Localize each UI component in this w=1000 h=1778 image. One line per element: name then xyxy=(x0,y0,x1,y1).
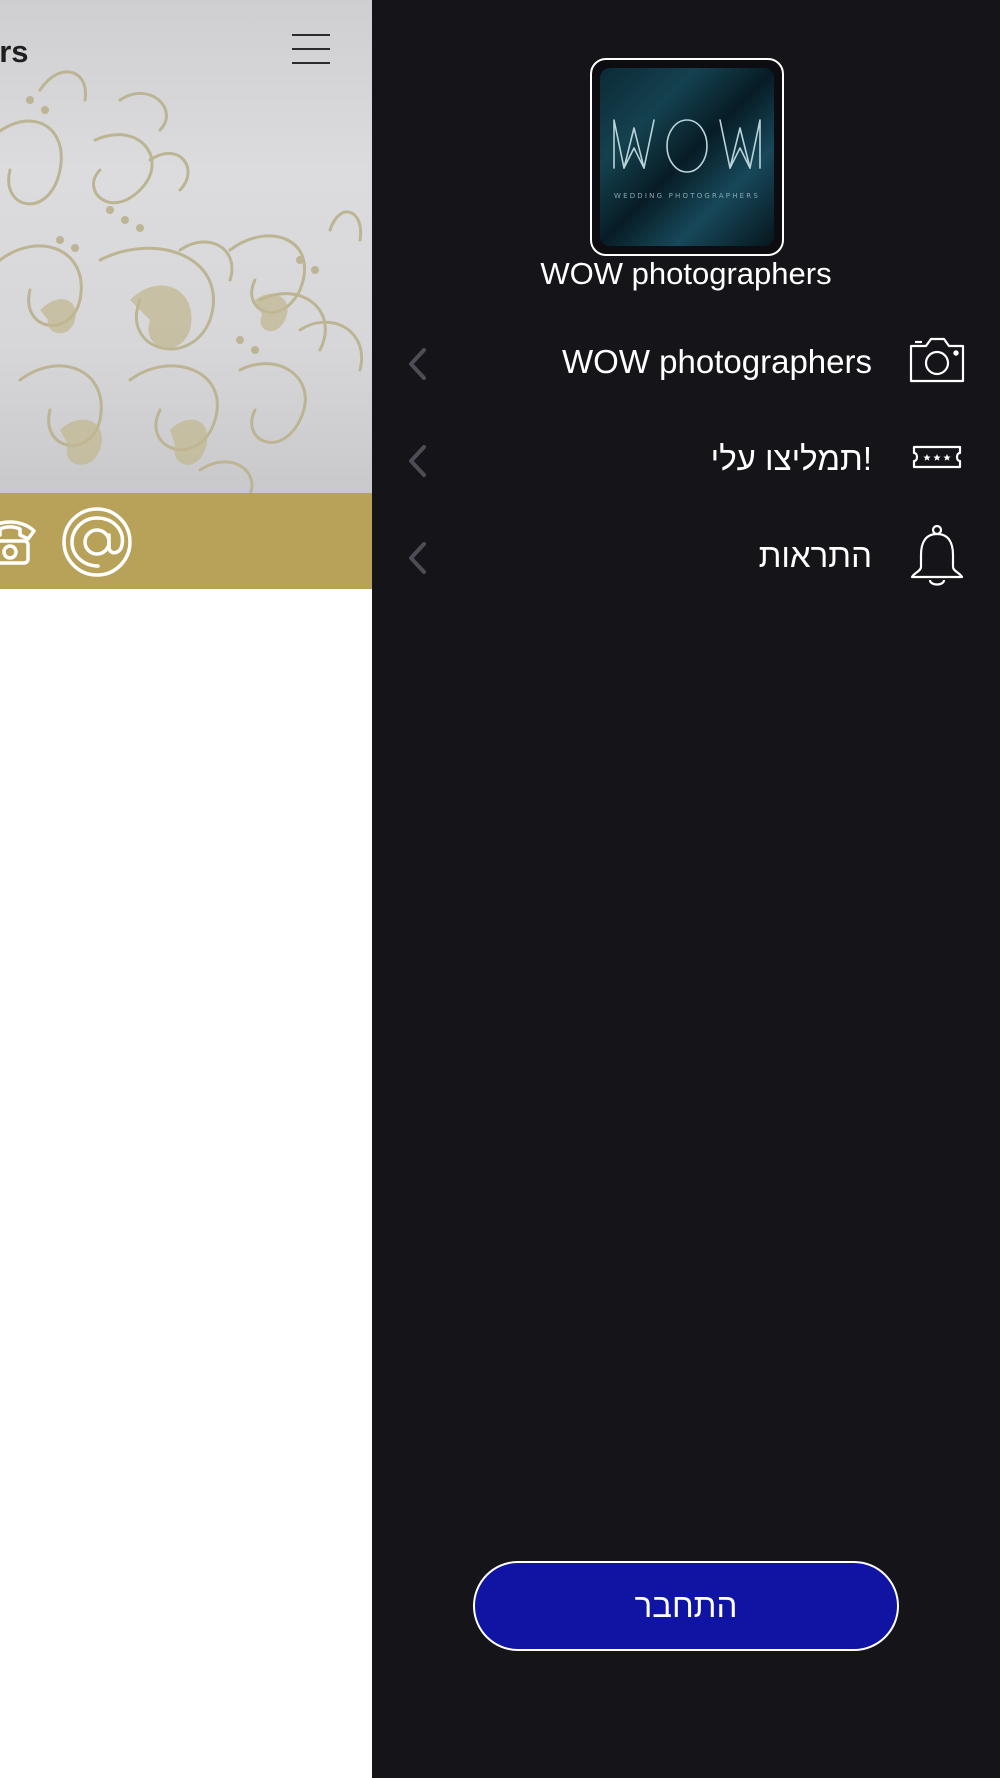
menu-item-photographers[interactable]: WOW photographers xyxy=(372,323,1000,403)
hero-banner: ers xyxy=(0,0,372,493)
phone-icon[interactable] xyxy=(0,511,40,571)
hamburger-menu-icon[interactable] xyxy=(286,28,336,70)
chevron-left-icon xyxy=(409,348,426,380)
background-page: ers xyxy=(0,0,372,1778)
side-drawer: WEDDING PHOTOGRAPHERS WOW photographers … xyxy=(372,0,1000,1778)
camera-icon xyxy=(909,337,965,383)
wow-logo-icon xyxy=(613,119,761,173)
at-email-icon[interactable] xyxy=(60,505,134,579)
logo-subtitle: WEDDING PHOTOGRAPHERS xyxy=(613,192,761,200)
logo-image: WEDDING PHOTOGRAPHERS xyxy=(600,68,774,246)
ticket-rating-icon xyxy=(912,445,962,469)
app-logo[interactable]: WEDDING PHOTOGRAPHERS xyxy=(590,58,784,256)
app-name: WOW photographers xyxy=(540,256,832,291)
menu-item-label: WOW photographers xyxy=(562,343,872,380)
menu-item-label: תמליצו עלי! xyxy=(710,440,872,477)
contact-bar xyxy=(0,493,372,589)
menu-item-label: התראות xyxy=(758,537,872,574)
page-title: ers xyxy=(0,34,29,69)
menu-item-notifications[interactable]: התראות xyxy=(372,517,1000,597)
login-button[interactable]: התחבר xyxy=(473,1561,899,1651)
chevron-left-icon xyxy=(409,445,426,477)
menu-item-recommend[interactable]: תמליצו עלי! xyxy=(372,420,1000,500)
bell-icon xyxy=(910,524,964,586)
chevron-left-icon xyxy=(409,542,426,574)
paisley-pattern xyxy=(0,70,363,493)
